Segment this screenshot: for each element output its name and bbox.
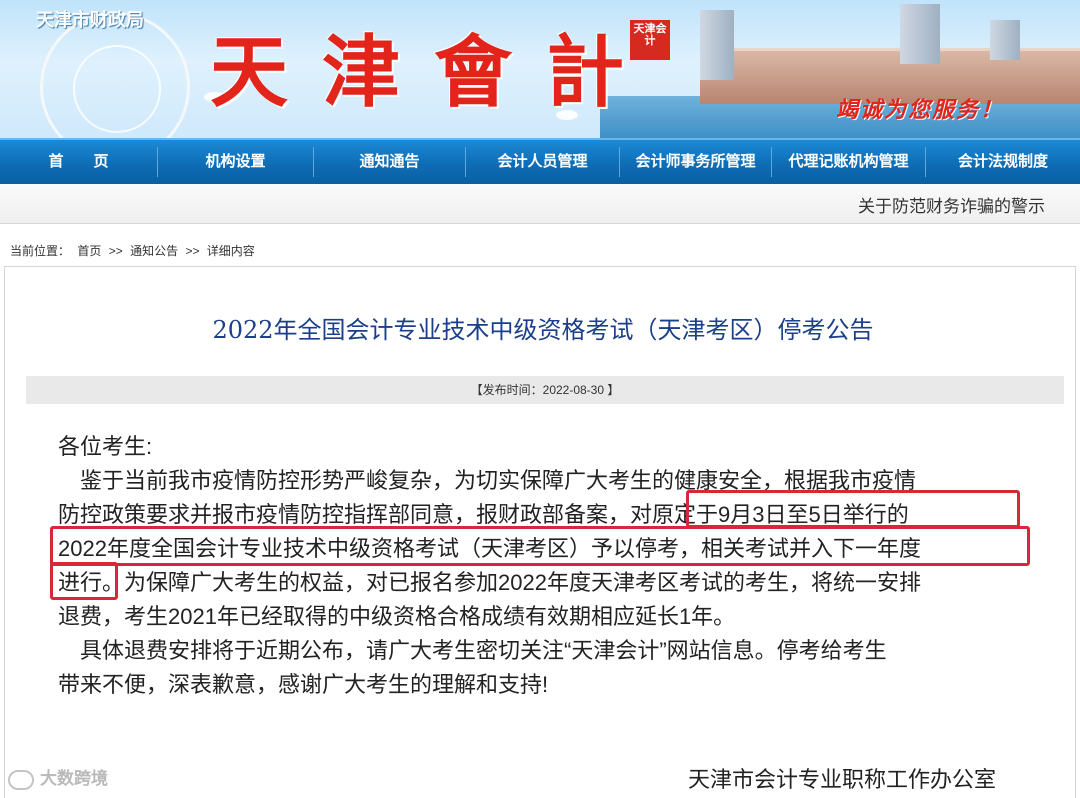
- highlight-box: [686, 490, 1020, 528]
- highlight-box: [50, 526, 1030, 566]
- article-line: 带来不便，深表歉意，感谢广大考生的理解和支持!: [58, 672, 549, 697]
- site-title: 天津會計: [210, 27, 659, 118]
- breadcrumb-prefix: 当前位置：: [10, 244, 71, 258]
- nav-item-notices[interactable]: 通知通告: [314, 147, 466, 177]
- banner-tower: [700, 10, 734, 80]
- watermark: 大数跨境: [8, 764, 108, 790]
- breadcrumb-separator: >>: [185, 244, 200, 258]
- ticker-link[interactable]: 关于防范财务诈骗的警示: [858, 192, 1045, 217]
- breadcrumb-detail: 详细内容: [206, 244, 255, 258]
- news-ticker: 关于防范财务诈骗的警示: [0, 184, 1080, 224]
- highlight-box: [50, 562, 118, 600]
- publish-date-bar: 【发布时间：2022-08-30 】: [26, 376, 1064, 404]
- article-line: 各位考生:: [58, 434, 153, 459]
- seal-stamp: 天津会计: [630, 20, 670, 60]
- banner-tower: [990, 20, 1020, 60]
- article-line: 进行。为保障广大考生的权益，对已报名参加2022年度天津考区考试的考生，将统一安…: [58, 570, 921, 595]
- breadcrumb-separator: >>: [108, 244, 123, 258]
- article-line: 退费，考生2021年已经取得的中级资格合格成绩有效期相应延长1年。: [58, 604, 736, 629]
- banner-slogan: 竭诚为您服务！: [836, 97, 1005, 122]
- nav-item-home[interactable]: 首 页: [0, 147, 158, 177]
- breadcrumb-home[interactable]: 首页: [77, 244, 101, 258]
- nav-item-accountant-management[interactable]: 会计人员管理: [466, 147, 620, 177]
- watermark-logo-icon: [8, 769, 34, 790]
- bureau-logo-text: 天津市财政局: [36, 10, 144, 30]
- breadcrumb-notices[interactable]: 通知公告: [130, 244, 178, 258]
- article-line: 具体退费安排将于近期公布，请广大考生密切关注“天津会计”网站信息。停考给考生: [58, 638, 887, 663]
- watermark-text: 大数跨境: [40, 769, 108, 788]
- breadcrumb: 当前位置： 首页 >> 通知公告 >> 详细内容: [10, 242, 259, 259]
- nav-item-regulations[interactable]: 会计法规制度: [926, 147, 1080, 177]
- main-nav: 首 页 机构设置 通知通告 会计人员管理 会计师事务所管理 代理记账机构管理 会…: [0, 138, 1080, 184]
- banner-tower: [900, 4, 940, 64]
- nav-item-organization[interactable]: 机构设置: [158, 147, 314, 177]
- nav-item-firm-management[interactable]: 会计师事务所管理: [620, 147, 772, 177]
- article-body: 各位考生: 鉴于当前我市疫情防控形势严峻复杂，为切实保障广大考生的健康安全，根据…: [58, 430, 1038, 702]
- nav-item-bookkeeping-agency[interactable]: 代理记账机构管理: [772, 147, 926, 177]
- site-banner: 天津市财政局 天津會計 天津会计 竭诚为您服务！: [0, 0, 1080, 138]
- article-title: 2022年全国会计专业技术中级资格考试（天津考区）停考公告: [212, 316, 874, 344]
- article-signature: 天津市会计专业职称工作办公室: [688, 767, 997, 792]
